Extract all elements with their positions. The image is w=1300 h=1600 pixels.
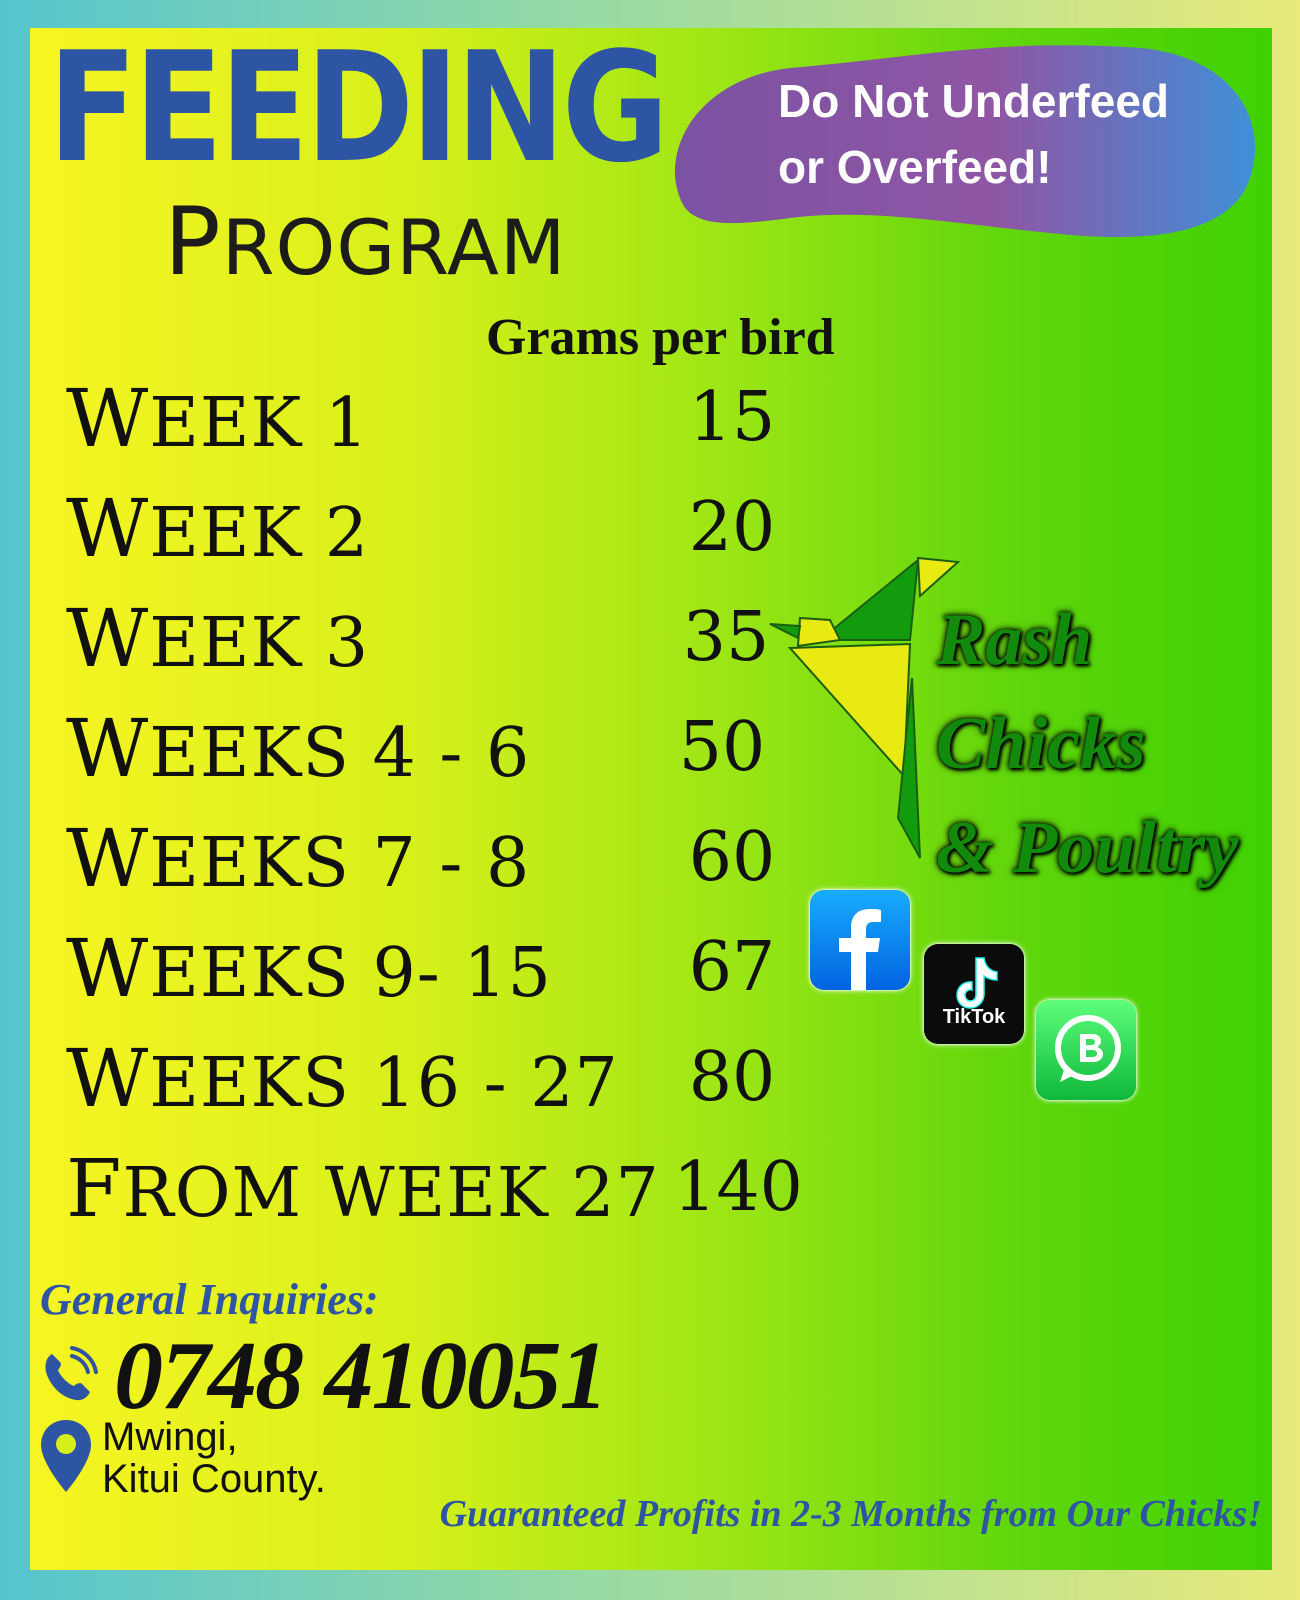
- whatsapp-business-icon[interactable]: [1036, 1000, 1136, 1100]
- tiktok-icon[interactable]: TikTok: [924, 944, 1024, 1044]
- column-header: Grams per bird: [486, 309, 835, 366]
- row-label: WEEK 1: [66, 372, 370, 465]
- callout-line2: or Overfeed!: [778, 141, 1052, 193]
- tiktok-label: TikTok: [942, 1006, 1006, 1028]
- page-subtitle: PROGRAM: [164, 196, 567, 290]
- address-line1: Mwingi,: [102, 1415, 238, 1459]
- callout-text: Do Not Underfeed or Overfeed!: [778, 68, 1258, 200]
- callout-line1: Do Not Underfeed: [778, 75, 1169, 127]
- row-value: 15: [688, 378, 776, 457]
- table-row: WEEKS 4 - 6 50: [66, 692, 826, 802]
- row-value: 80: [688, 1038, 776, 1117]
- feeding-table: WEEK 1 15 WEEK 2 20 WEEK 3 35 WEEKS 4 - …: [66, 362, 826, 1242]
- brand-line2: Chicks: [936, 703, 1146, 785]
- tagline: Guaranteed Profits in 2-3 Months from Ou…: [439, 1493, 1262, 1535]
- row-label: WEEK 2: [66, 482, 370, 575]
- row-value: 67: [688, 928, 776, 1007]
- table-row: WEEKS 9- 15 67: [66, 912, 826, 1022]
- row-label: WEEKS 9- 15: [66, 922, 552, 1015]
- row-label: WEEK 3: [66, 592, 370, 685]
- table-row: WEEK 3 35: [66, 582, 826, 692]
- page-title: FEEDING: [48, 28, 669, 196]
- row-label: WEEKS 7 - 8: [66, 812, 531, 905]
- inquiries-label: General Inquiries:: [40, 1275, 379, 1324]
- row-value: 140: [673, 1148, 803, 1227]
- table-row: WEEKS 7 - 8 60: [66, 802, 826, 912]
- subtitle-rest: ROGRAM: [221, 203, 567, 292]
- table-row: FROM WEEK 27 140: [66, 1132, 826, 1242]
- poster: FEEDING PROGRAM Do Not Underfeed or Over…: [30, 28, 1272, 1570]
- row-label: WEEKS 4 - 6: [66, 702, 531, 795]
- address: Mwingi, Kitui County.: [102, 1416, 326, 1500]
- brand-line3: & Poultry: [936, 807, 1239, 889]
- table-row: WEEK 2 20: [66, 472, 826, 582]
- brand-line1: Rash: [936, 599, 1093, 681]
- location-pin-icon: [41, 1420, 91, 1492]
- facebook-icon[interactable]: [810, 890, 910, 990]
- address-line2: Kitui County.: [102, 1457, 326, 1501]
- row-label: FROM WEEK 27: [66, 1142, 660, 1235]
- subtitle-initial: P: [164, 188, 222, 297]
- table-row: WEEKS 16 - 27 80: [66, 1022, 826, 1132]
- phone-icon: [45, 1346, 98, 1401]
- brand-name: Rash Chicks & Poultry: [936, 588, 1238, 900]
- table-row: WEEK 1 15: [66, 362, 826, 472]
- row-label: WEEKS 16 - 27: [66, 1032, 619, 1125]
